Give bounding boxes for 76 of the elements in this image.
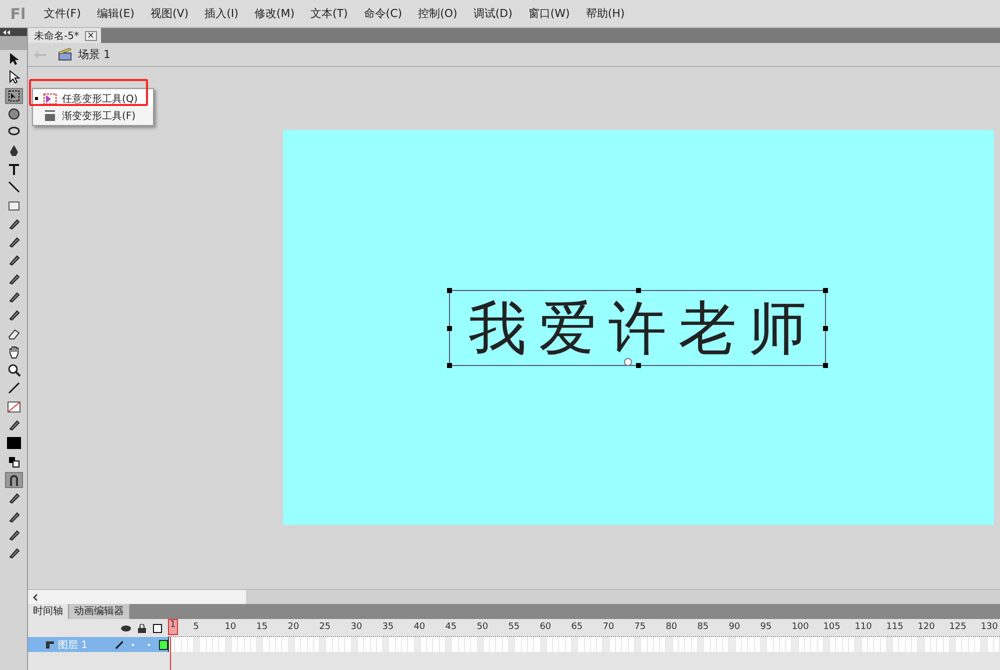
- frame-number: 45: [445, 622, 457, 632]
- frame-number: 5: [193, 622, 199, 632]
- frame-number: 130: [980, 622, 998, 632]
- document-title: 未命名-5*: [34, 30, 79, 42]
- text-object[interactable]: 我爱许老师: [449, 290, 826, 366]
- menu-item[interactable]: 插入(I): [196, 6, 246, 21]
- pivot-point[interactable]: [624, 358, 632, 366]
- frame-number: 30: [350, 622, 362, 632]
- free-transform-icon: [43, 92, 57, 104]
- stage-text: 我爱许老师: [468, 299, 818, 357]
- transform-handle[interactable]: [823, 326, 828, 331]
- transform-handle[interactable]: [636, 288, 641, 293]
- free-transform-tool-icon[interactable]: [4, 88, 22, 104]
- frame-number: 105: [823, 622, 840, 632]
- frame-number: 10: [224, 622, 236, 632]
- frame-number: 115: [886, 622, 904, 632]
- magnet-tool-icon[interactable]: [4, 472, 22, 488]
- clapperboard-icon: [58, 48, 72, 61]
- transform-handle[interactable]: [823, 288, 828, 293]
- eye-icon[interactable]: [121, 624, 131, 632]
- frame-number: 80: [666, 622, 678, 632]
- stroke-swatch-tool-icon[interactable]: [4, 398, 22, 415]
- menu-item[interactable]: 视图(V): [142, 6, 197, 21]
- frame-number: 1: [168, 619, 178, 635]
- frame-number: 65: [571, 622, 583, 632]
- gradient-transform-icon: [43, 110, 57, 122]
- menu-label: 任意变形工具(Q): [62, 92, 138, 106]
- transform-handle[interactable]: [823, 363, 828, 368]
- frame-number: 15: [256, 622, 268, 632]
- menu-label: 渐变变形工具(F): [62, 110, 136, 122]
- fill-swatch-tool-icon[interactable]: [4, 435, 22, 452]
- frame-number: 125: [949, 622, 966, 632]
- layer-icon: [46, 640, 54, 649]
- close-button[interactable]: ×: [84, 30, 97, 40]
- app-logo: Fl: [9, 4, 27, 22]
- frame-number: 20: [288, 622, 300, 632]
- panel-grip[interactable]: [0, 36, 27, 50]
- frame-number: 40: [414, 622, 426, 632]
- outline-icon[interactable]: [153, 624, 162, 632]
- menu-item[interactable]: 调试(D): [465, 6, 520, 21]
- menu-item[interactable]: 文件(F): [36, 6, 89, 21]
- layer-color-swatch[interactable]: [158, 640, 168, 650]
- frame-number: 60: [540, 622, 552, 632]
- horizontal-scrollbar[interactable]: [28, 589, 1000, 604]
- frame-number: 75: [634, 622, 646, 632]
- layer-name: 图层 1: [58, 638, 88, 652]
- frame-number: 25: [319, 622, 331, 632]
- frame-number: 90: [728, 622, 740, 632]
- scene-label[interactable]: 场景 1: [78, 47, 110, 62]
- lock-icon[interactable]: [138, 624, 146, 632]
- frame-number: 50: [476, 622, 488, 632]
- scroll-left-icon[interactable]: [33, 594, 38, 600]
- frame-number: 55: [508, 622, 520, 632]
- pencil-icon: [114, 640, 124, 650]
- frame-number: 70: [602, 622, 614, 632]
- transform-handle[interactable]: [447, 326, 452, 331]
- frame-number: 35: [382, 622, 394, 632]
- menu-item[interactable]: 控制(O): [410, 6, 466, 21]
- menu-item[interactable]: 窗口(W): [520, 6, 578, 21]
- frame-number: 100: [792, 622, 809, 632]
- menu-item[interactable]: 文本(T): [302, 6, 356, 21]
- frame-number: 120: [918, 622, 935, 632]
- panel-tab[interactable]: 动画编辑器: [69, 604, 130, 619]
- menu-item[interactable]: 命令(C): [356, 6, 410, 21]
- menu-item[interactable]: 帮助(H): [578, 6, 633, 21]
- panel-tab[interactable]: 时间轴: [28, 604, 69, 619]
- transform-handle[interactable]: [447, 288, 452, 293]
- frame-number: 95: [760, 622, 772, 632]
- frame-number: 85: [697, 622, 709, 632]
- menu-item[interactable]: 编辑(E): [88, 6, 142, 21]
- transform-handle[interactable]: [447, 363, 452, 368]
- transform-handle[interactable]: [636, 363, 641, 368]
- frame-number: 110: [854, 622, 872, 632]
- flyout-menu-item[interactable]: 渐变变形工具(F): [33, 107, 153, 124]
- menu-item[interactable]: 修改(M): [246, 6, 302, 21]
- document-tab[interactable]: 未命名-5* ×: [28, 28, 101, 43]
